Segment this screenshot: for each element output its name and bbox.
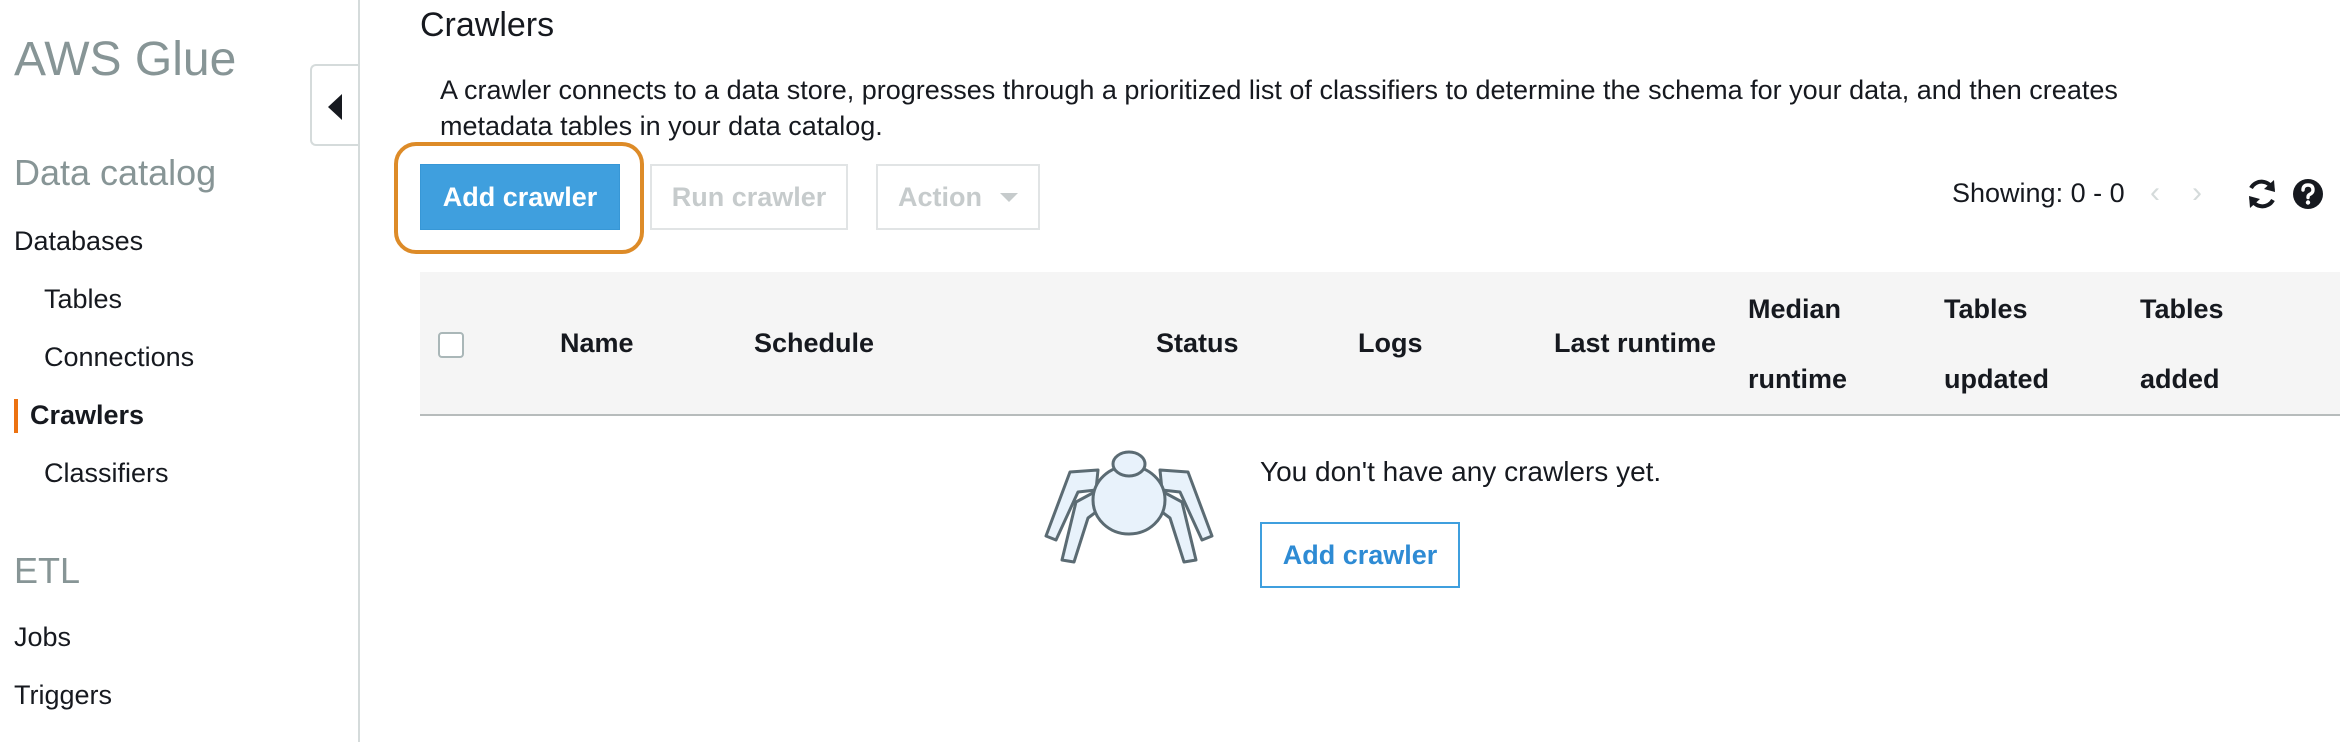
column-tables-updated-line2[interactable]: updated <box>1944 344 2049 414</box>
sidebar-item-connections[interactable]: Connections <box>44 342 194 373</box>
empty-add-crawler-button[interactable]: Add crawler <box>1260 522 1460 588</box>
action-dropdown-label: Action <box>898 181 982 212</box>
section-title-data-catalog: Data catalog <box>14 152 217 193</box>
sidebar: AWS Glue Data catalog Databases Tables C… <box>0 0 360 742</box>
column-last-runtime[interactable]: Last runtime <box>1554 308 1716 378</box>
column-status[interactable]: Status <box>1156 308 1239 378</box>
sidebar-item-classifiers[interactable]: Classifiers <box>44 458 169 489</box>
page-description: A crawler connects to a data store, prog… <box>440 75 2118 141</box>
action-dropdown[interactable]: Action <box>876 164 1040 230</box>
sidebar-item-triggers[interactable]: Triggers <box>14 680 112 711</box>
help-icon[interactable] <box>2290 176 2326 212</box>
sidebar-item-jobs[interactable]: Jobs <box>14 622 71 653</box>
chevron-left-icon[interactable]: ‹ <box>2150 176 2160 210</box>
sidebar-item-databases[interactable]: Databases <box>14 226 143 257</box>
section-title-etl: ETL <box>14 550 81 591</box>
column-tables-added-line1[interactable]: Tables <box>2140 274 2224 344</box>
add-crawler-button[interactable]: Add crawler <box>420 164 620 230</box>
brand-title: AWS Glue <box>14 33 237 86</box>
caret-down-icon <box>1000 192 1018 202</box>
column-tables-updated-line1[interactable]: Tables <box>1944 274 2028 344</box>
collapse-left-icon <box>328 94 342 120</box>
column-logs[interactable]: Logs <box>1358 308 1423 378</box>
sidebar-item-tables[interactable]: Tables <box>44 284 122 315</box>
sidebar-item-crawlers[interactable]: Crawlers <box>30 400 144 431</box>
column-median-runtime-line1[interactable]: Median <box>1748 274 1841 344</box>
column-name[interactable]: Name <box>560 308 634 378</box>
chevron-right-icon[interactable]: › <box>2192 176 2202 210</box>
refresh-icon[interactable] <box>2244 176 2280 212</box>
column-median-runtime-line2[interactable]: runtime <box>1748 344 1847 414</box>
active-indicator <box>14 399 18 433</box>
column-tables-added-line2[interactable]: added <box>2140 344 2220 414</box>
empty-state-message: You don't have any crawlers yet. <box>1260 456 1662 487</box>
select-all-checkbox[interactable] <box>438 332 464 358</box>
pagination-status: Showing: 0 - 0 <box>1952 178 2125 208</box>
sidebar-collapse-button[interactable] <box>310 64 358 146</box>
run-crawler-button[interactable]: Run crawler <box>650 164 848 230</box>
column-schedule[interactable]: Schedule <box>754 308 874 378</box>
spider-icon <box>1044 450 1214 564</box>
page-title: Crawlers <box>420 6 555 44</box>
